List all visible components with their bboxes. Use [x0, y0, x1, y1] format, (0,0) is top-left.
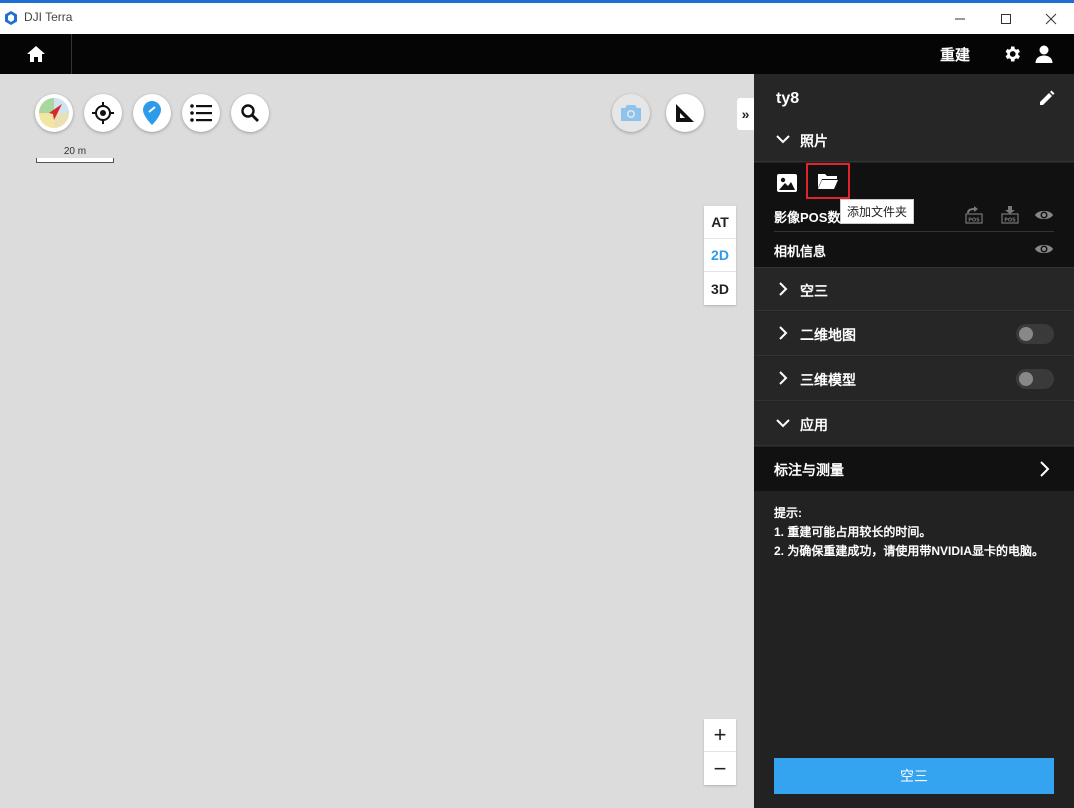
eye-icon[interactable]	[1034, 240, 1054, 258]
chevron-down-icon	[776, 135, 790, 144]
view-mode-3d[interactable]: 3D	[704, 272, 736, 305]
aerotriangulation-button[interactable]: 空三	[774, 758, 1054, 794]
list-icon	[190, 104, 212, 122]
close-window-button[interactable]	[1028, 3, 1074, 34]
section-model3d[interactable]: 三维模型	[754, 357, 1074, 401]
close-icon	[1045, 13, 1057, 24]
maximize-icon	[1001, 13, 1011, 24]
zoom-out-button[interactable]: −	[704, 752, 736, 785]
svg-text:POS: POS	[968, 218, 980, 224]
map-layer-icon	[39, 98, 69, 128]
pos-data-row[interactable]: 影像POS数 POS POS	[774, 198, 1054, 232]
maximize-button[interactable]	[983, 3, 1029, 34]
camera-info-row[interactable]: 相机信息	[774, 232, 1054, 266]
project-name: ty8	[776, 90, 800, 107]
pos-data-label: 影像POS数	[774, 210, 841, 225]
tips-title: 提示:	[774, 506, 802, 520]
home-icon	[26, 46, 45, 62]
chevron-right-icon	[779, 371, 788, 385]
tips-block: 提示: 1. 重建可能占用较长的时间。 2. 为确保重建成功，请使用带NVIDI…	[774, 504, 1044, 561]
section-map2d[interactable]: 二维地图	[754, 312, 1074, 356]
tips-line-2: 2. 为确保重建成功，请使用带NVIDIA显卡的电脑。	[774, 544, 1045, 558]
project-panel: ty8 照片 添加文件夹 影像POS数 POS POS 相机信息 空三 二维地图…	[754, 74, 1074, 808]
pos-import-icon[interactable]: POS	[1000, 206, 1020, 224]
section-aerotriangulation[interactable]: 空三	[754, 267, 1074, 311]
section-photos[interactable]: 照片	[754, 118, 1074, 162]
annotation-measure-row[interactable]: 标注与测量	[754, 447, 1074, 491]
zoom-control: + −	[704, 719, 736, 785]
basemap-button[interactable]	[35, 94, 73, 132]
section-photos-label: 照片	[800, 133, 828, 149]
minimize-button[interactable]	[937, 3, 983, 34]
home-button[interactable]	[0, 34, 72, 74]
toggle-knob	[1019, 372, 1033, 386]
svg-text:POS: POS	[1004, 218, 1016, 224]
scale-bar: 20 m	[36, 146, 114, 163]
edit-icon[interactable]	[1038, 89, 1056, 107]
ruler-triangle-icon	[676, 104, 694, 122]
camera-button[interactable]	[612, 94, 650, 132]
section-application[interactable]: 应用	[754, 402, 1074, 446]
app-logo-icon	[5, 11, 17, 25]
zoom-in-button[interactable]: +	[704, 719, 736, 752]
section-model3d-label: 三维模型	[800, 372, 856, 388]
gear-icon[interactable]	[1002, 44, 1022, 64]
section-application-label: 应用	[800, 417, 828, 433]
rebuild-button[interactable]: 重建	[940, 34, 970, 74]
crosshair-icon	[92, 102, 114, 124]
chevron-right-icon	[779, 282, 788, 296]
scale-label: 20 m	[63, 146, 87, 157]
view-mode-at[interactable]: AT	[704, 206, 736, 239]
search-icon	[241, 104, 259, 122]
add-folder-button[interactable]	[806, 163, 850, 199]
camera-info-label: 相机信息	[774, 244, 827, 259]
image-icon[interactable]	[776, 173, 798, 193]
map-view[interactable]: 20 m » AT 2D 3D + −	[0, 74, 754, 808]
location-pin-icon	[143, 101, 161, 125]
pin-button[interactable]	[133, 94, 171, 132]
chevron-right-icon	[1040, 461, 1050, 477]
toggle-knob	[1019, 327, 1033, 341]
pos-export-icon[interactable]: POS	[964, 206, 984, 224]
folder-open-icon	[818, 174, 838, 189]
list-button[interactable]	[182, 94, 220, 132]
view-mode-2d[interactable]: 2D	[704, 239, 736, 272]
minimize-icon	[955, 18, 965, 19]
top-toolbar: 重建	[0, 34, 1074, 74]
section-aerotriangulation-label: 空三	[800, 283, 828, 299]
section-map2d-label: 二维地图	[800, 327, 856, 343]
title-bar: DJI Terra	[0, 0, 1074, 34]
user-icon[interactable]	[1034, 44, 1054, 64]
photo-section-body: 添加文件夹 影像POS数 POS POS 相机信息	[754, 163, 1074, 267]
model3d-toggle[interactable]	[1016, 369, 1054, 389]
collapse-panel-button[interactable]: »	[737, 98, 754, 130]
search-button[interactable]	[231, 94, 269, 132]
view-mode-switch: AT 2D 3D	[704, 206, 736, 305]
annotation-measure-label: 标注与测量	[774, 462, 844, 478]
tips-line-1: 1. 重建可能占用较长的时间。	[774, 525, 932, 539]
window-title: DJI Terra	[24, 10, 73, 24]
map2d-toggle[interactable]	[1016, 324, 1054, 344]
locate-button[interactable]	[84, 94, 122, 132]
measure-button[interactable]	[666, 94, 704, 132]
chevron-right-icon	[779, 326, 788, 340]
eye-icon[interactable]	[1034, 206, 1054, 224]
camera-icon	[621, 105, 641, 121]
chevron-down-icon	[776, 419, 790, 428]
scale-line	[36, 158, 114, 163]
project-header: ty8	[754, 74, 1074, 122]
